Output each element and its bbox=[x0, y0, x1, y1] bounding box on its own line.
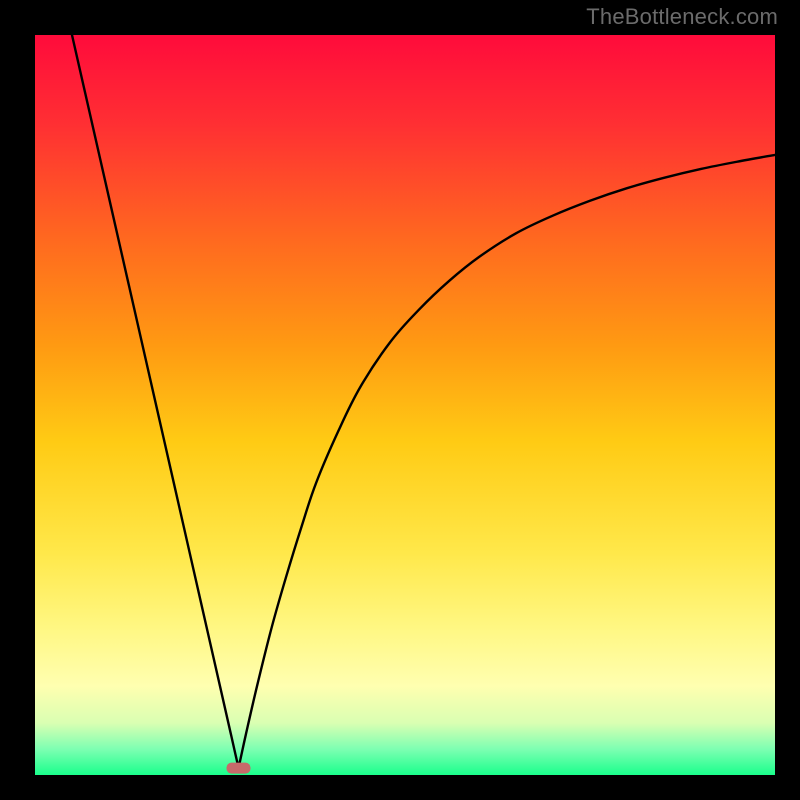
watermark-text: TheBottleneck.com bbox=[586, 4, 778, 30]
plot-area bbox=[35, 35, 775, 775]
curve-layer bbox=[35, 35, 775, 775]
chart-frame: TheBottleneck.com bbox=[0, 0, 800, 800]
curve-right-branch bbox=[239, 155, 776, 768]
curve-left-branch bbox=[72, 35, 239, 768]
minimum-marker bbox=[227, 763, 251, 774]
